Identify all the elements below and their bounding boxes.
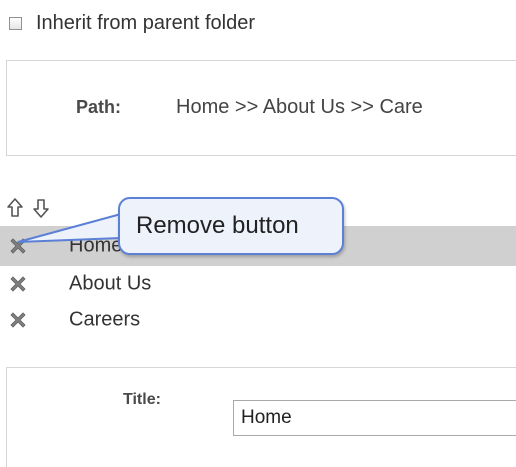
title-input[interactable] [233, 400, 516, 436]
path-value: Home >> About Us >> Care [176, 96, 423, 118]
list-item[interactable]: About Us [0, 266, 516, 302]
remove-x-icon[interactable] [8, 236, 28, 256]
path-label: Path: [76, 97, 121, 117]
title-panel: Title: [6, 367, 516, 467]
arrow-up-icon[interactable] [6, 197, 24, 219]
callout-text: Remove button [136, 212, 299, 239]
remove-x-icon[interactable] [8, 310, 28, 330]
list-item-label: About Us [69, 272, 152, 295]
list-item-label: Home [69, 234, 123, 257]
inherit-row: Inherit from parent folder [8, 9, 255, 37]
list-item[interactable]: Careers [0, 302, 516, 338]
path-panel: Path: Home >> About Us >> Care [6, 60, 516, 156]
inherit-label: Inherit from parent folder [36, 11, 255, 34]
title-label: Title: [123, 391, 161, 408]
callout-tooltip: Remove button [118, 197, 344, 255]
list-item-label: Careers [69, 308, 141, 331]
remove-x-icon[interactable] [8, 274, 28, 294]
arrow-down-icon[interactable] [32, 197, 50, 219]
order-controls [6, 196, 58, 220]
inherit-checkbox[interactable] [9, 16, 22, 30]
